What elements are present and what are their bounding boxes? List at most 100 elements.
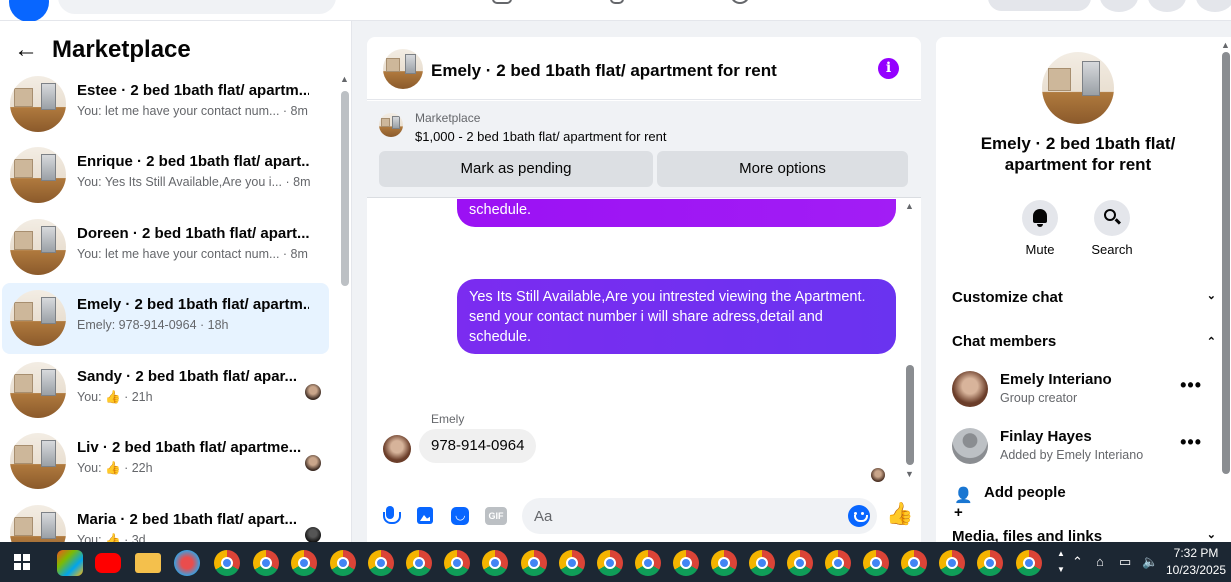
more-options-icon[interactable]: •••	[1180, 375, 1202, 396]
add-person-icon: 👤+	[954, 487, 973, 521]
watch-nav-icon[interactable]	[730, 0, 750, 4]
search-action[interactable]: Search	[1082, 200, 1142, 257]
conversation-item[interactable]: Estee · 2 bed 1bath flat/ apartm... You:…	[2, 69, 329, 140]
conversation-preview: Emely: 978-914-0964 · 18h	[77, 318, 229, 332]
profile-shortcut-button[interactable]	[988, 0, 1091, 11]
chrome-icon[interactable]	[825, 550, 851, 576]
info-icon[interactable]: i	[878, 58, 899, 79]
sender-avatar[interactable]	[383, 435, 411, 463]
chrome-icon[interactable]	[1016, 550, 1042, 576]
conversation-item[interactable]: Enrique · 2 bed 1bath flat/ apart... You…	[2, 140, 329, 211]
chrome-icon[interactable]	[711, 550, 737, 576]
chrome-icon[interactable]	[939, 550, 965, 576]
file-explorer-icon[interactable]	[135, 553, 161, 573]
chevron-up-icon: ⌃	[1206, 336, 1216, 348]
chat-scroll-down-arrow[interactable]: ▼	[905, 469, 914, 479]
sidebar-scroll-up-arrow[interactable]: ▲	[340, 74, 349, 84]
chrome-icon[interactable]	[635, 550, 661, 576]
bell-icon[interactable]	[1022, 200, 1058, 236]
top-navigation-bar	[0, 0, 1231, 22]
network-icon[interactable]: ⌂	[1096, 554, 1104, 569]
member-item[interactable]: Finlay Hayes Added by Emely Interiano ••…	[952, 426, 1216, 470]
listing-thumbnail	[10, 433, 66, 489]
paint-app-icon[interactable]	[174, 550, 200, 576]
chrome-icon[interactable]	[863, 550, 889, 576]
conversation-item[interactable]: Maria · 2 bed 1bath flat/ apart... You: …	[2, 498, 329, 542]
chat-members-label: Chat members	[952, 333, 1057, 350]
listing-thumbnail	[10, 219, 66, 275]
listing-title[interactable]: $1,000 - 2 bed 1bath flat/ apartment for…	[415, 129, 667, 144]
groups-nav-icon[interactable]	[492, 0, 512, 4]
seen-avatar	[305, 384, 321, 400]
chrome-icon[interactable]	[330, 550, 356, 576]
chrome-icon[interactable]	[977, 550, 1003, 576]
conversation-title: Sandy · 2 bed 1bath flat/ apar...	[77, 368, 298, 385]
messenger-button[interactable]	[1148, 0, 1186, 12]
chrome-icon[interactable]	[406, 550, 432, 576]
chrome-icon[interactable]	[214, 550, 240, 576]
member-item[interactable]: Emely Interiano Group creator •••	[952, 369, 1216, 413]
conversation-item[interactable]: Doreen · 2 bed 1bath flat/ apart... You:…	[2, 212, 329, 283]
account-avatar[interactable]	[1196, 0, 1231, 12]
page-scrollbar[interactable]	[1222, 52, 1230, 474]
conversation-item[interactable]: Liv · 2 bed 1bath flat/ apartme... You: …	[2, 426, 329, 497]
chrome-icon[interactable]	[444, 550, 470, 576]
chrome-icon[interactable]	[673, 550, 699, 576]
display-icon[interactable]: ▭	[1119, 554, 1131, 570]
sticker-icon[interactable]	[450, 506, 470, 526]
volume-icon[interactable]: 🔈	[1142, 554, 1158, 570]
message-input[interactable]	[522, 498, 877, 534]
chrome-icon[interactable]	[901, 550, 927, 576]
gif-icon[interactable]: GIF	[485, 507, 507, 525]
member-avatar[interactable]	[952, 371, 988, 407]
conversation-item[interactable]: Sandy · 2 bed 1bath flat/ apar... You: 👍…	[2, 355, 329, 426]
seen-avatar	[305, 527, 321, 542]
chrome-icon[interactable]	[787, 550, 813, 576]
chat-title[interactable]: Emely · 2 bed 1bath flat/ apartment for …	[431, 61, 777, 81]
member-avatar[interactable]	[952, 428, 988, 464]
listing-thumbnail	[10, 505, 66, 542]
chat-scrollbar[interactable]	[906, 365, 914, 465]
chrome-icon[interactable]	[291, 550, 317, 576]
chat-scroll-up-arrow[interactable]: ▲	[905, 201, 914, 211]
chrome-icon[interactable]	[368, 550, 394, 576]
facebook-search-field[interactable]	[58, 0, 336, 14]
media-files-links-row[interactable]: Media, files and links ⌄	[952, 528, 1216, 542]
page-scroll-up-arrow[interactable]: ▲	[1221, 40, 1230, 50]
chrome-icon[interactable]	[482, 550, 508, 576]
taskbar-clock[interactable]: 7:32 PM 10/23/2025	[1166, 545, 1226, 579]
facebook-logo-icon[interactable]	[9, 0, 49, 22]
conversation-title: Liv · 2 bed 1bath flat/ apartme...	[77, 439, 302, 456]
taskbar-overflow-arrows-icon[interactable]: ▲ ▼	[1057, 546, 1065, 578]
emoji-icon[interactable]	[848, 505, 870, 527]
message-sender-name: Emely	[431, 412, 465, 426]
incoming-message: 978-914-0964	[419, 429, 537, 463]
conversation-preview: You: Yes Its Still Available,Are you i..…	[77, 175, 311, 189]
copilot-app-icon[interactable]	[57, 550, 83, 576]
menu-grid-button[interactable]	[1100, 0, 1138, 12]
chrome-icon[interactable]	[253, 550, 279, 576]
customize-chat-row[interactable]: Customize chat ⌄	[952, 289, 1216, 306]
chrome-icon[interactable]	[749, 550, 775, 576]
image-attach-icon[interactable]	[415, 506, 435, 526]
gaming-nav-icon[interactable]	[610, 0, 624, 4]
thumbs-up-icon[interactable]: 👍	[886, 501, 913, 527]
chat-listing-avatar[interactable]	[383, 49, 423, 89]
mark-as-pending-button[interactable]: Mark as pending	[379, 151, 653, 187]
chevron-up-tray-icon[interactable]: ⌃	[1072, 554, 1083, 570]
youtube-app-icon[interactable]	[95, 553, 121, 573]
sidebar-scrollbar[interactable]	[341, 91, 349, 286]
more-options-icon[interactable]: •••	[1180, 432, 1202, 453]
member-name: Emely Interiano	[1000, 371, 1112, 388]
conversation-item-active[interactable]: Emely · 2 bed 1bath flat/ apartm... Emel…	[2, 283, 329, 354]
microphone-icon[interactable]	[380, 506, 401, 526]
chat-members-row[interactable]: Chat members ⌃	[952, 333, 1216, 350]
chrome-icon[interactable]	[521, 550, 547, 576]
windows-start-icon[interactable]	[14, 554, 30, 570]
more-options-button[interactable]: More options	[657, 151, 908, 187]
back-arrow-icon[interactable]: ←	[14, 38, 38, 62]
search-icon[interactable]	[1094, 200, 1130, 236]
chrome-icon[interactable]	[597, 550, 623, 576]
mute-action[interactable]: Mute	[1010, 200, 1070, 257]
chrome-icon[interactable]	[559, 550, 585, 576]
